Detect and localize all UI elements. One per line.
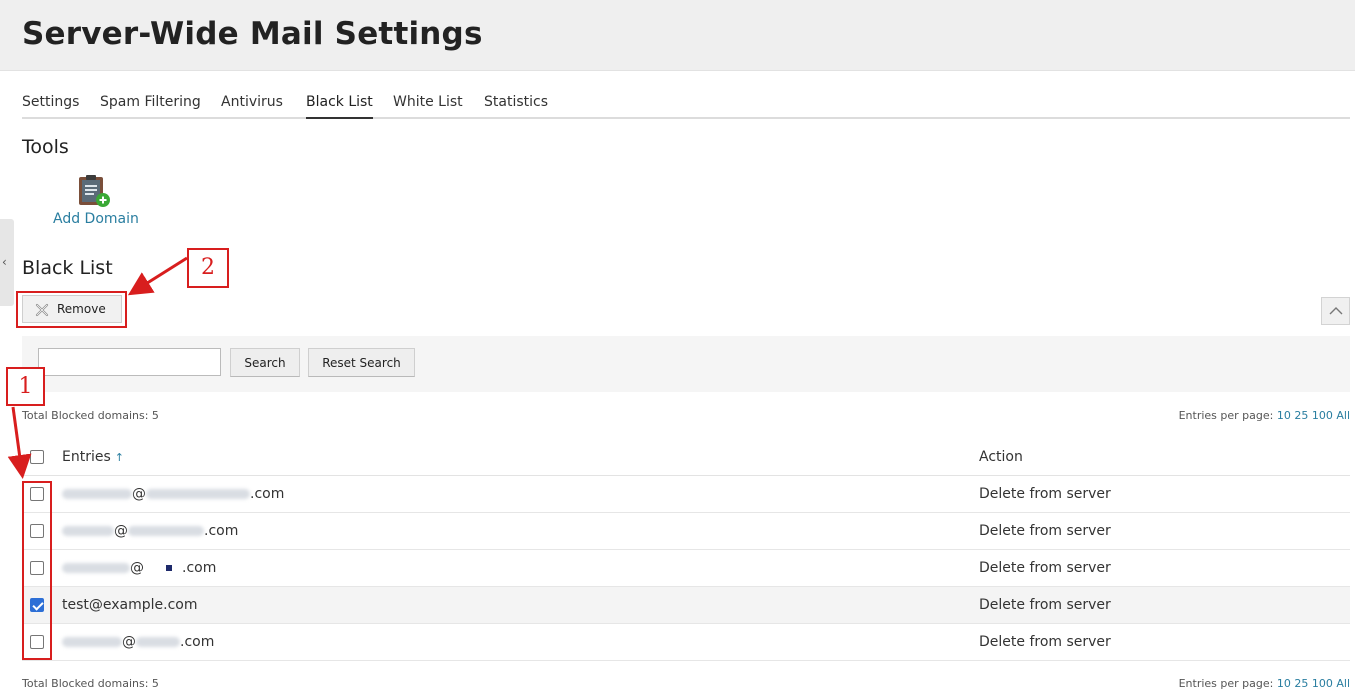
annotation-checkbox-highlight	[22, 481, 52, 660]
table-row: @ .com Delete from server	[22, 513, 1350, 550]
add-domain-button[interactable]: Add Domain	[53, 174, 139, 230]
table-row: test@example.com Delete from server	[22, 587, 1350, 624]
entry-cell: @ .com	[62, 486, 284, 502]
select-all-checkbox[interactable]	[30, 450, 44, 464]
collapse-toolbar-button[interactable]	[1321, 297, 1350, 325]
add-domain-label: Add Domain	[53, 211, 139, 227]
column-action: Action	[979, 449, 1023, 465]
search-button[interactable]: Search	[230, 348, 300, 377]
annotation-step-1: 1	[6, 367, 45, 406]
page-size-100[interactable]: 100	[1312, 409, 1333, 422]
tab-antivirus[interactable]: Antivirus	[221, 94, 283, 119]
page-title: Server-Wide Mail Settings	[22, 16, 483, 52]
tab-bar: Settings Spam Filtering Antivirus Black …	[22, 94, 1350, 119]
action-cell: Delete from server	[979, 597, 1111, 613]
entries-per-page-label: Entries per page:	[1178, 409, 1274, 422]
page-header: Server-Wide Mail Settings	[0, 0, 1355, 71]
tab-spam-filtering[interactable]: Spam Filtering	[100, 94, 201, 119]
tab-black-list[interactable]: Black List	[306, 94, 373, 119]
reset-search-button[interactable]: Reset Search	[308, 348, 415, 377]
table-header: Entries ↑ Action	[22, 440, 1350, 476]
entries-per-page-label: Entries per page:	[1178, 677, 1274, 690]
page-size-all[interactable]: All	[1336, 677, 1350, 690]
action-cell: Delete from server	[979, 523, 1111, 539]
entries-per-page-top: Entries per page: 10 25 100 All	[1179, 409, 1350, 422]
page-size-10[interactable]: 10	[1277, 409, 1291, 422]
tab-statistics[interactable]: Statistics	[484, 94, 548, 119]
table-row: @ .com Delete from server	[22, 476, 1350, 513]
chevron-up-icon	[1329, 307, 1343, 315]
table-row: @ .com Delete from server	[22, 624, 1350, 661]
clipboard-add-icon	[79, 175, 110, 207]
tab-white-list[interactable]: White List	[393, 94, 463, 119]
page-size-10[interactable]: 10	[1277, 677, 1291, 690]
sidebar-toggle[interactable]: ‹	[0, 219, 14, 306]
page-size-25[interactable]: 25	[1294, 409, 1308, 422]
action-cell: Delete from server	[979, 560, 1111, 576]
entry-cell: test@example.com	[62, 597, 198, 613]
entry-cell: @ .com	[62, 634, 214, 650]
entries-per-page-bottom: Entries per page: 10 25 100 All	[1179, 677, 1350, 690]
column-entries[interactable]: Entries ↑	[62, 449, 124, 465]
tab-settings[interactable]: Settings	[22, 94, 79, 119]
total-blocked-top: Total Blocked domains: 5	[22, 409, 159, 422]
table-row: @ .com Delete from server	[22, 550, 1350, 587]
annotation-remove-highlight	[16, 291, 127, 328]
action-cell: Delete from server	[979, 486, 1111, 502]
action-cell: Delete from server	[979, 634, 1111, 650]
search-input[interactable]	[38, 348, 221, 376]
tools-title: Tools	[22, 136, 69, 158]
blacklist-title: Black List	[22, 257, 113, 279]
sort-asc-icon: ↑	[114, 451, 124, 464]
search-bar: Search Reset Search	[22, 336, 1350, 392]
chevron-left-icon: ‹	[2, 255, 7, 269]
entry-cell: @ .com	[62, 560, 216, 576]
page-size-all[interactable]: All	[1336, 409, 1350, 422]
annotation-step-2: 2	[187, 248, 229, 288]
page-size-100[interactable]: 100	[1312, 677, 1333, 690]
total-blocked-bottom: Total Blocked domains: 5	[22, 677, 159, 690]
page-size-25[interactable]: 25	[1294, 677, 1308, 690]
entry-cell: @ .com	[62, 523, 238, 539]
